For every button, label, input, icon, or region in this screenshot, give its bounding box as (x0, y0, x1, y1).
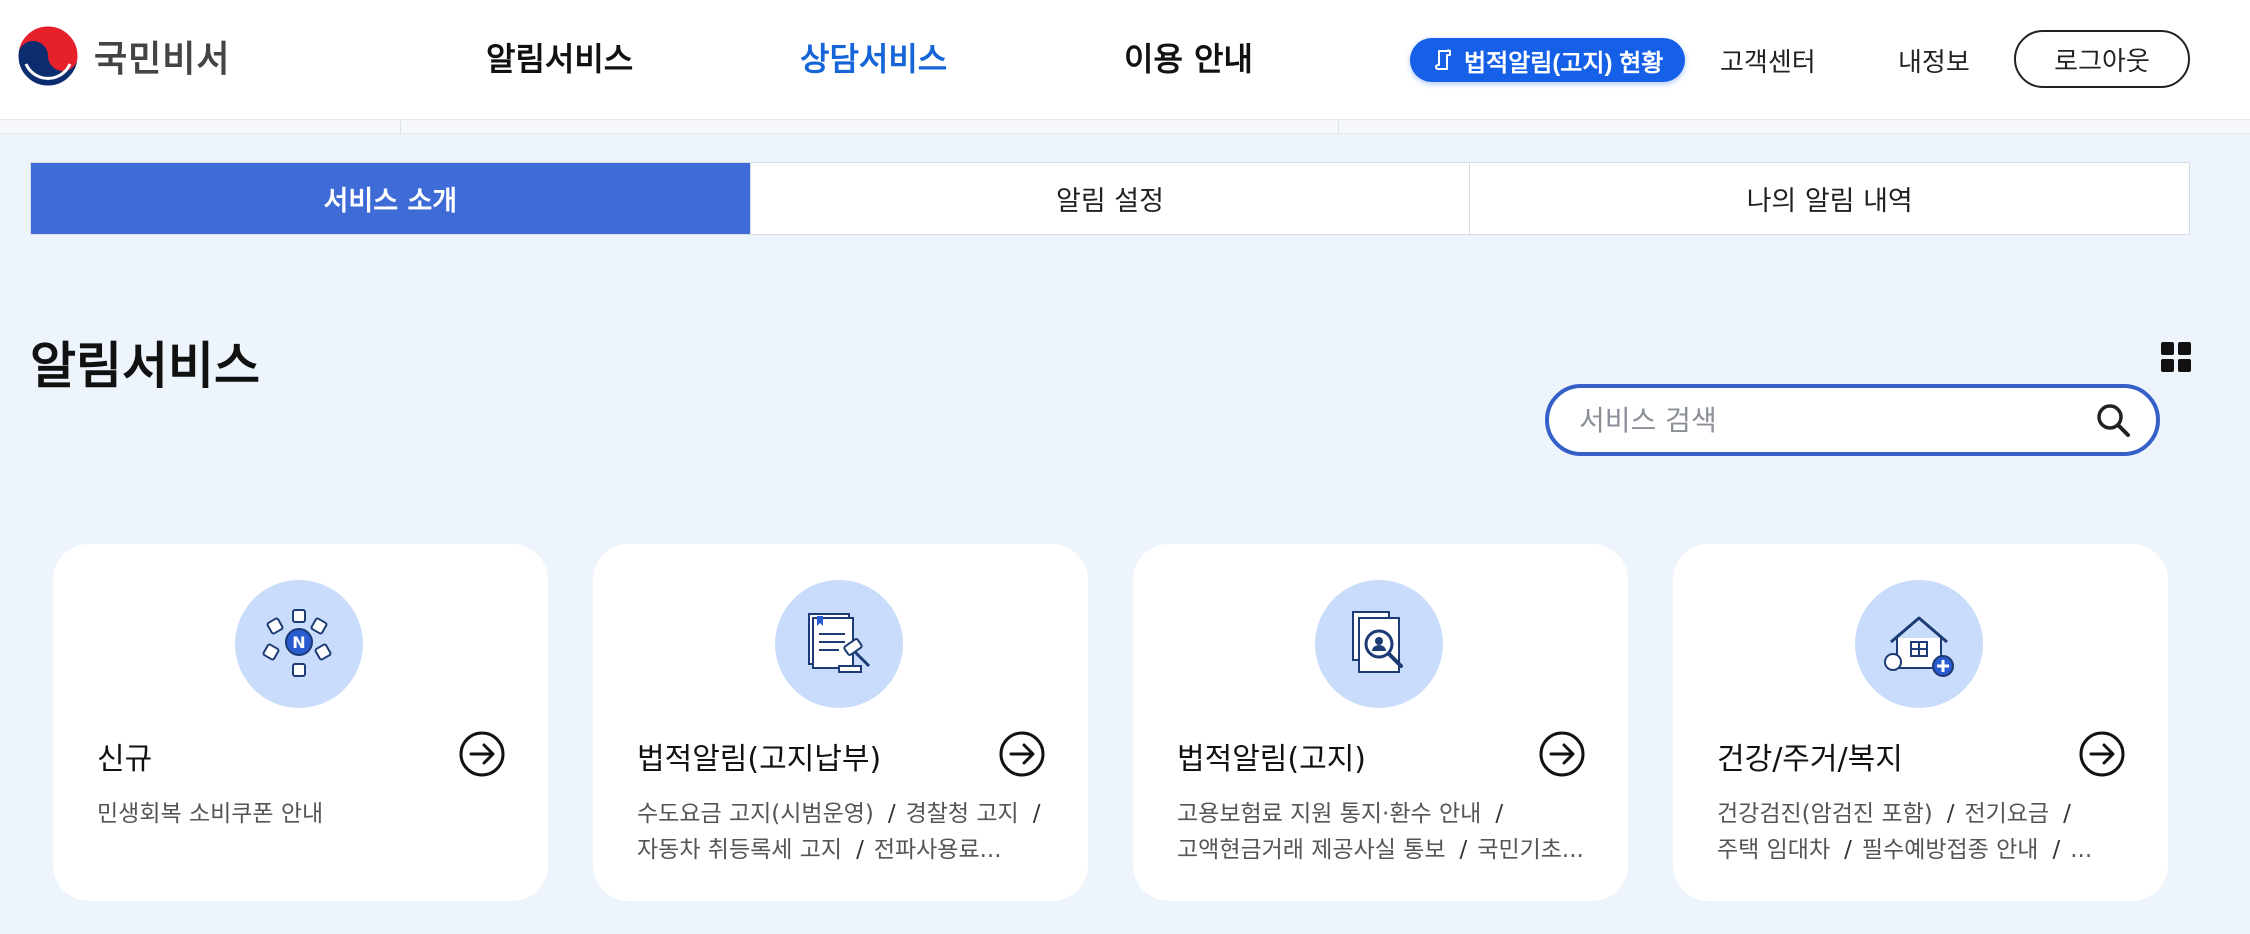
service-card-health-housing[interactable]: 건강/주거/복지 건강검진(암검진 포함) / 전기요금/주택 임대차 / 필수예방접종… (1673, 544, 2168, 901)
page-title: 알림서비스 (30, 337, 260, 395)
service-card-legal-payment[interactable]: 법적알림(고지납부) 수도요금 고지(시범운영) / 경찰청 고지 / 자동차 취등록… (593, 544, 1088, 901)
arrow-right-circle-icon[interactable] (2078, 730, 2126, 778)
card-title: 신규 (97, 742, 153, 777)
top-header: 국민비서 알림서비스 상담서비스 이용 안내 법적알림(고지) 현황 고객센터 … (0, 0, 2250, 120)
card-item[interactable]: 고액현금거래 제공사실 통보 (1177, 837, 1446, 863)
logo-text: 국민비서 (94, 39, 231, 80)
card-item[interactable]: 전기요금 (1964, 801, 2049, 827)
legal-notice-icon (1352, 611, 1403, 673)
nav-notification-service[interactable]: 알림서비스 (486, 34, 633, 80)
card-description: 수도요금 고지(시범운영) / 경찰청 고지 / 자동차 취등록세 고지 / 전파사용료.… (637, 801, 1041, 863)
card-icon-circle: N (235, 580, 363, 708)
card-item[interactable]: 자동차 취등록세 고지 (637, 837, 842, 863)
nav-usage-guide[interactable]: 이용 안내 (1124, 34, 1253, 80)
card-title: 건강/주거/복지 (1717, 742, 1903, 777)
nav-consultation-service[interactable]: 상담서비스 (800, 34, 947, 80)
card-item[interactable]: 민생회복 소비쿠폰 안내 (97, 801, 323, 827)
card-icon-circle (775, 580, 903, 708)
health-housing-icon (1884, 616, 1954, 677)
card-description: 건강검진(암검진 포함) / 전기요금/주택 임대차 / 필수예방접종 안내 /... (1717, 801, 2093, 863)
card-title: 법적알림(고지납부) (637, 742, 882, 777)
logo[interactable]: 국민비서 (16, 24, 230, 88)
card-item[interactable]: 전파사용료... (874, 837, 1002, 863)
grid-view-icon[interactable] (2161, 342, 2191, 372)
service-search-input[interactable] (1579, 403, 2094, 437)
card-item[interactable]: 고용보험료 지원 통지·환수 안내 (1177, 801, 1481, 827)
legal-notice-status-button[interactable]: 법적알림(고지) 현황 (1410, 38, 1686, 82)
nav-sub-bar (0, 120, 2250, 134)
card-item[interactable]: 주택 임대차 (1717, 837, 1830, 863)
card-title: 법적알림(고지) (1177, 742, 1367, 777)
card-item[interactable]: 국민기초... (1477, 837, 1584, 863)
search-icon[interactable] (2094, 401, 2132, 439)
legal-payment-icon (808, 613, 871, 673)
logout-button[interactable]: 로그아웃 (2014, 30, 2190, 88)
card-item[interactable]: ... (2070, 837, 2092, 863)
card-icon-circle (1855, 580, 1983, 708)
card-item[interactable]: 필수예방접종 안내 (1862, 837, 2039, 863)
service-card-new[interactable]: N 신규 민생회복 소비쿠폰 안내 (53, 544, 548, 901)
new-service-icon: N (262, 609, 332, 677)
card-item[interactable]: 건강검진(암검진 포함) (1717, 801, 1933, 827)
scroll-document-icon (1435, 49, 1451, 70)
card-item[interactable]: 경찰청 고지 (906, 801, 1019, 827)
service-tabs: 서비스 소개 알림 설정 나의 알림 내역 (30, 162, 2190, 235)
arrow-right-circle-icon[interactable] (1538, 730, 1586, 778)
card-description: 민생회복 소비쿠폰 안내 (97, 796, 517, 832)
card-description: 고용보험료 지원 통지·환수 안내 / 고액현금거래 제공사실 통보 / 국민기초..… (1177, 801, 1584, 863)
taegeuk-logo-icon (17, 25, 79, 87)
arrow-right-circle-icon[interactable] (998, 730, 1046, 778)
customer-center-link[interactable]: 고객센터 (1720, 42, 1816, 79)
arrow-right-circle-icon[interactable] (458, 730, 506, 778)
card-icon-circle (1315, 580, 1443, 708)
service-card-legal-notice[interactable]: 법적알림(고지) 고용보험료 지원 통지·환수 안내 / 고액현금거래 제공사실 … (1133, 544, 1628, 901)
svg-text:N: N (292, 633, 305, 652)
tab-notification-settings[interactable]: 알림 설정 (751, 163, 1471, 234)
card-item[interactable]: 수도요금 고지(시범운영) (637, 801, 874, 827)
search-box (1545, 384, 2160, 456)
tab-my-notification-history[interactable]: 나의 알림 내역 (1470, 163, 2189, 234)
my-info-link[interactable]: 내정보 (1898, 42, 1970, 79)
tab-service-intro[interactable]: 서비스 소개 (31, 163, 751, 234)
legal-notice-status-label: 법적알림(고지) 현황 (1464, 49, 1664, 77)
